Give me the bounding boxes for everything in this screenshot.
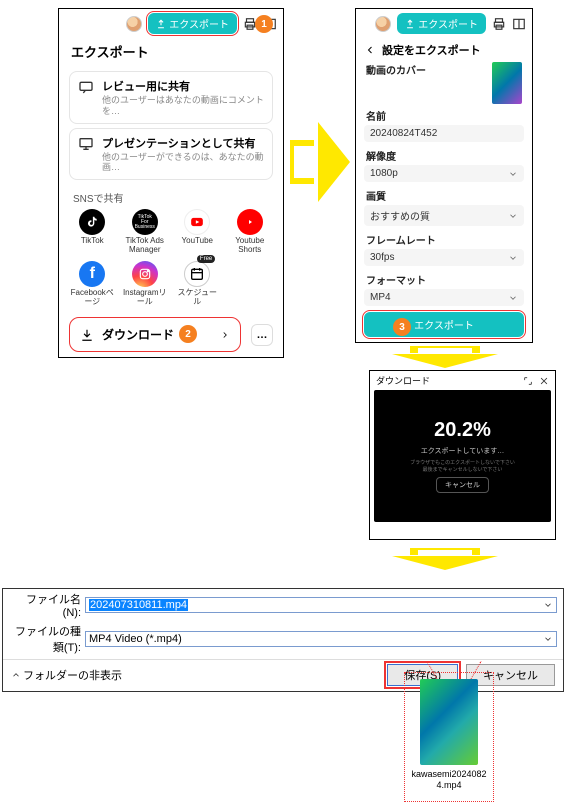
card-sub: 他のユーザーはあなたの動画にコメントを… xyxy=(102,95,264,117)
print-icon[interactable] xyxy=(492,17,506,31)
export-settings-panel: エクスポート 設定をエクスポート 動画のカバー 名前 20240824T452 … xyxy=(355,8,533,343)
free-tag: Free xyxy=(197,255,215,263)
format-label: フォーマット xyxy=(356,268,532,287)
step-badge-1: 1 xyxy=(255,15,273,33)
cover-label: 動画のカバー xyxy=(366,62,426,77)
progress-message: エクスポートしています… xyxy=(421,446,505,456)
avatar[interactable] xyxy=(126,16,142,32)
fps-select[interactable]: 30fps xyxy=(364,249,524,266)
export-button-top[interactable]: エクスポート xyxy=(397,13,486,34)
quality-select[interactable]: おすすめの質 xyxy=(364,205,524,226)
filename-field[interactable]: 202407310811.mp4 xyxy=(85,597,557,613)
chevron-left-icon xyxy=(364,44,376,56)
chevron-down-icon xyxy=(508,293,518,303)
export-button-label: エクスポート xyxy=(169,16,229,31)
progress-title: ダウンロード xyxy=(376,374,430,387)
chevron-up-icon xyxy=(11,670,21,680)
chevron-down-icon xyxy=(508,211,518,221)
export-confirm-button[interactable]: エクスポート xyxy=(364,312,524,337)
sns-facebook[interactable]: f Facebookページ xyxy=(67,259,118,309)
sns-yt-shorts[interactable]: Youtube Shorts xyxy=(225,207,276,257)
panel-title: エクスポート xyxy=(59,38,283,67)
topbar-b: エクスポート xyxy=(356,9,532,38)
progress-percent: 20.2% xyxy=(434,419,491,442)
sns-label: SNSで共有 xyxy=(59,184,283,207)
share-review-card[interactable]: レビュー用に共有 他のユーザーはあなたの動画にコメントを… xyxy=(69,71,273,124)
close-icon[interactable] xyxy=(539,376,549,386)
hide-folders-toggle[interactable]: フォルダーの非表示 xyxy=(11,667,122,683)
name-field[interactable]: 20240824T452 xyxy=(364,125,524,142)
chevron-right-icon xyxy=(220,330,230,340)
progress-cancel-button[interactable]: キャンセル xyxy=(436,477,489,493)
sns-schedule[interactable]: Free スケジュール xyxy=(172,259,223,309)
format-select[interactable]: MP4 xyxy=(364,289,524,306)
fps-label: フレームレート xyxy=(356,228,532,247)
progress-note: ブラウザでもこのエクスポートしないで下さい最後までキャンセルしないで下さい xyxy=(410,460,515,473)
chat-icon xyxy=(78,79,94,95)
filetype-field[interactable]: MP4 Video (*.mp4) xyxy=(85,631,557,647)
chevron-down-icon xyxy=(543,600,553,610)
result-thumbnail xyxy=(420,679,478,765)
sns-grid: TikTok TikTokFor Business TikTok Ads Man… xyxy=(59,207,283,309)
back-label: 設定をエクスポート xyxy=(382,42,481,58)
cover-thumbnail[interactable] xyxy=(492,62,522,104)
more-button[interactable]: … xyxy=(251,324,273,346)
back-row[interactable]: 設定をエクスポート xyxy=(356,38,532,62)
chevron-down-icon xyxy=(543,634,553,644)
download-label: ダウンロード xyxy=(102,326,174,343)
step-badge-3: 3 xyxy=(393,318,411,336)
chevron-down-icon xyxy=(508,253,518,263)
filetype-label: ファイルの種類(T): xyxy=(9,623,81,655)
export-button[interactable]: エクスポート xyxy=(148,13,237,34)
card-sub: 他のユーザーができるのは、あなたの動画… xyxy=(102,152,264,174)
step-badge-2: 2 xyxy=(179,325,197,343)
sns-tiktok-ads[interactable]: TikTokFor Business TikTok Ads Manager xyxy=(120,207,171,257)
sns-instagram[interactable]: Instagramリール xyxy=(120,259,171,309)
sns-youtube[interactable]: YouTube xyxy=(172,207,223,257)
download-button[interactable]: ダウンロード xyxy=(69,317,241,352)
card-title: プレゼンテーションとして共有 xyxy=(102,135,264,151)
presentation-icon xyxy=(78,136,94,152)
expand-icon[interactable] xyxy=(523,376,533,386)
name-label: 名前 xyxy=(356,104,532,123)
layout-icon[interactable] xyxy=(512,17,526,31)
chevron-down-icon xyxy=(508,169,518,179)
topbar-a: エクスポート xyxy=(59,9,283,38)
resolution-label: 解像度 xyxy=(356,144,532,163)
share-presentation-card[interactable]: プレゼンテーションとして共有 他のユーザーができるのは、あなたの動画… xyxy=(69,128,273,181)
result-filename: kawasemi20240824.mp4 xyxy=(409,769,489,791)
export-panel: エクスポート 1 エクスポート レビュー用に共有 他のユーザーはあなたの動画にコ… xyxy=(58,8,284,358)
avatar[interactable] xyxy=(375,16,391,32)
sns-tiktok[interactable]: TikTok xyxy=(67,207,118,257)
resolution-select[interactable]: 1080p xyxy=(364,165,524,182)
quality-label: 画質 xyxy=(356,184,532,203)
result-file[interactable]: kawasemi20240824.mp4 xyxy=(404,672,494,802)
card-title: レビュー用に共有 xyxy=(102,78,264,94)
filename-label: ファイル名(N): xyxy=(9,591,81,619)
download-progress-panel: ダウンロード 20.2% エクスポートしています… ブラウザでもこのエクスポート… xyxy=(369,370,556,540)
